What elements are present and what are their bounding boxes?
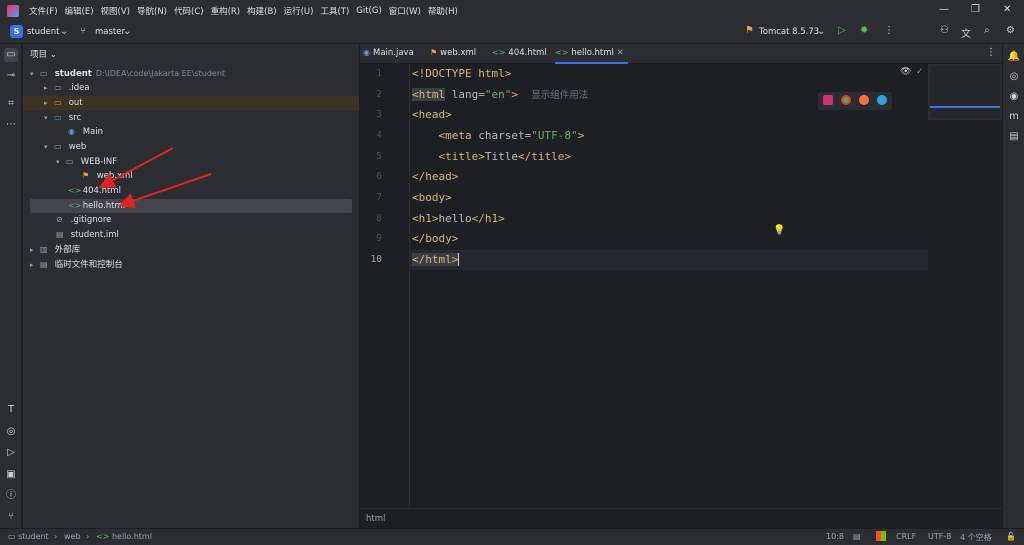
html-file-icon: <>	[96, 532, 110, 541]
code-line-8[interactable]: <h1>hello</h1>	[412, 209, 505, 229]
breadcrumb-student[interactable]: ▭ student	[8, 532, 49, 541]
line-number: 6	[376, 171, 382, 182]
line-number: 7	[376, 192, 382, 203]
file-encoding[interactable]: UTF-8	[928, 532, 951, 541]
tab-options-icon[interactable]: ⋮	[986, 44, 996, 64]
tab-web-xml[interactable]: ⚑ web.xml	[430, 44, 476, 64]
code-minimap[interactable]	[928, 64, 1002, 120]
breadcrumb-separator: ›	[54, 532, 58, 541]
annotation-arrow-1	[98, 147, 174, 188]
code-line-6[interactable]: </head>	[412, 167, 458, 187]
editor-tabs: ◉ Main.java ⚑ web.xml <> 404.html <> hello.h…	[360, 44, 1002, 64]
tab-404-html[interactable]: <> 404.html	[492, 44, 547, 64]
xml-file-icon: ⚑	[430, 48, 438, 57]
minimap-current-line	[930, 106, 1000, 108]
annotation-arrow-2	[118, 173, 212, 209]
editor-area: ◉ Main.java ⚑ web.xml <> 404.html <> hello.h…	[360, 44, 1002, 528]
line-number-gutter: 1 2 3 4 5 6 7 8 9 10	[360, 64, 410, 508]
browser-preview-bar	[818, 92, 892, 110]
windows-icon	[876, 531, 886, 541]
editor-breadcrumb[interactable]: html	[366, 514, 385, 524]
code-line-2[interactable]: <html lang="en"> 显示组件用法	[412, 85, 588, 105]
code-line-1[interactable]: <!DOCTYPE html>	[412, 64, 511, 84]
minimap-viewport	[930, 66, 1000, 118]
intellij-browser-icon[interactable]	[823, 95, 833, 105]
line-ending[interactable]: CRLF	[896, 532, 916, 541]
code-line-9[interactable]: </body>	[412, 229, 458, 249]
no-problems-check-icon[interactable]: ✓	[916, 67, 924, 77]
reader-mode-icon[interactable]: 👁	[900, 67, 911, 77]
lock-icon[interactable]: 🔓	[1006, 532, 1016, 541]
code-line-4[interactable]: <meta charset="UTF-8">	[412, 126, 585, 146]
line-number: 5	[376, 151, 382, 162]
tab-main-java[interactable]: ◉ Main.java	[363, 44, 414, 64]
code-line-5[interactable]: <title>Title</title>	[412, 147, 571, 167]
chrome-icon[interactable]	[841, 95, 851, 105]
code-line-3[interactable]: <head>	[412, 105, 452, 125]
java-class-icon: ◉	[363, 48, 370, 57]
editor-breadcrumb-bar: html	[360, 508, 1002, 528]
firefox-icon[interactable]	[859, 95, 869, 105]
tab-hello-html[interactable]: <> hello.html ✕	[555, 44, 628, 64]
html-file-icon: <>	[492, 48, 506, 57]
indent-setting[interactable]: 4 个空格	[960, 532, 992, 543]
edge-icon[interactable]	[877, 95, 887, 105]
current-line-highlight	[410, 250, 928, 270]
notifications-icon[interactable]: 🔔	[1007, 50, 1021, 64]
database-icon[interactable]: ▤	[1007, 130, 1021, 144]
power-save-icon[interactable]: ▤	[853, 532, 861, 541]
line-number: 2	[376, 89, 382, 100]
close-tab-icon[interactable]: ✕	[617, 48, 624, 58]
breadcrumb-hello-html[interactable]: <> hello.html	[96, 532, 152, 541]
breadcrumb-separator: ›	[86, 532, 90, 541]
line-number: 1	[376, 68, 382, 79]
breadcrumb-web[interactable]: web	[64, 532, 81, 541]
lightbulb-icon[interactable]: 💡	[773, 225, 785, 236]
line-number: 3	[376, 109, 382, 120]
ai-assistant-icon[interactable]: ◎	[1007, 70, 1021, 84]
line-number: 10	[370, 254, 382, 265]
code-line-7[interactable]: <body>	[412, 188, 452, 208]
line-number: 9	[376, 233, 382, 244]
status-bar: ▭ student › web › <> hello.html 10:8 ▤ C…	[0, 528, 1024, 545]
usages-inlay-hint[interactable]: 显示组件用法	[531, 90, 588, 101]
text-cursor	[458, 253, 466, 266]
line-number: 4	[376, 130, 382, 141]
caret-position[interactable]: 10:8	[826, 532, 844, 541]
line-number: 8	[376, 213, 382, 224]
right-tool-strip: 🔔 ◎ ◉ m ▤	[1002, 44, 1024, 528]
maven-icon[interactable]: m	[1007, 110, 1021, 124]
html-file-icon: <>	[555, 48, 569, 57]
code-line-10[interactable]: </html>	[412, 250, 466, 270]
copilot-icon[interactable]: ◉	[1007, 90, 1021, 104]
